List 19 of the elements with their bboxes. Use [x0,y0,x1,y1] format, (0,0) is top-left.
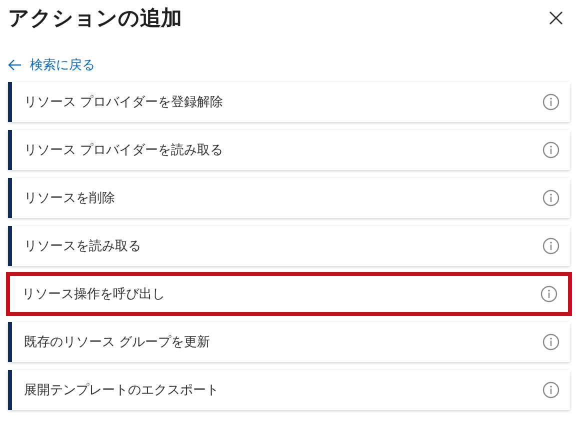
info-icon[interactable] [542,333,560,351]
panel-title: アクションの追加 [8,5,182,32]
arrow-left-icon [8,59,22,71]
action-item[interactable]: 既存のリソース グループを更新 [8,322,570,362]
action-item[interactable]: リソース プロバイダーを読み取る [8,130,570,170]
info-icon[interactable] [540,285,558,303]
info-icon[interactable] [542,237,560,255]
info-icon[interactable] [542,189,560,207]
info-icon[interactable] [542,381,560,399]
close-icon[interactable] [548,10,564,26]
action-item[interactable]: リソースを削除 [8,178,570,218]
action-item[interactable]: 展開テンプレートのエクスポート [8,370,570,410]
info-icon[interactable] [542,141,560,159]
back-link-text[interactable]: 検索に戻る [30,56,95,74]
info-icon[interactable] [542,93,560,111]
action-item[interactable]: リソースを読み取る [8,226,570,266]
back-link[interactable]: 検索に戻る [8,55,570,75]
action-item[interactable]: リソース プロバイダーを登録解除 [8,82,570,122]
action-item[interactable]: リソース操作を呼び出し [6,272,572,316]
